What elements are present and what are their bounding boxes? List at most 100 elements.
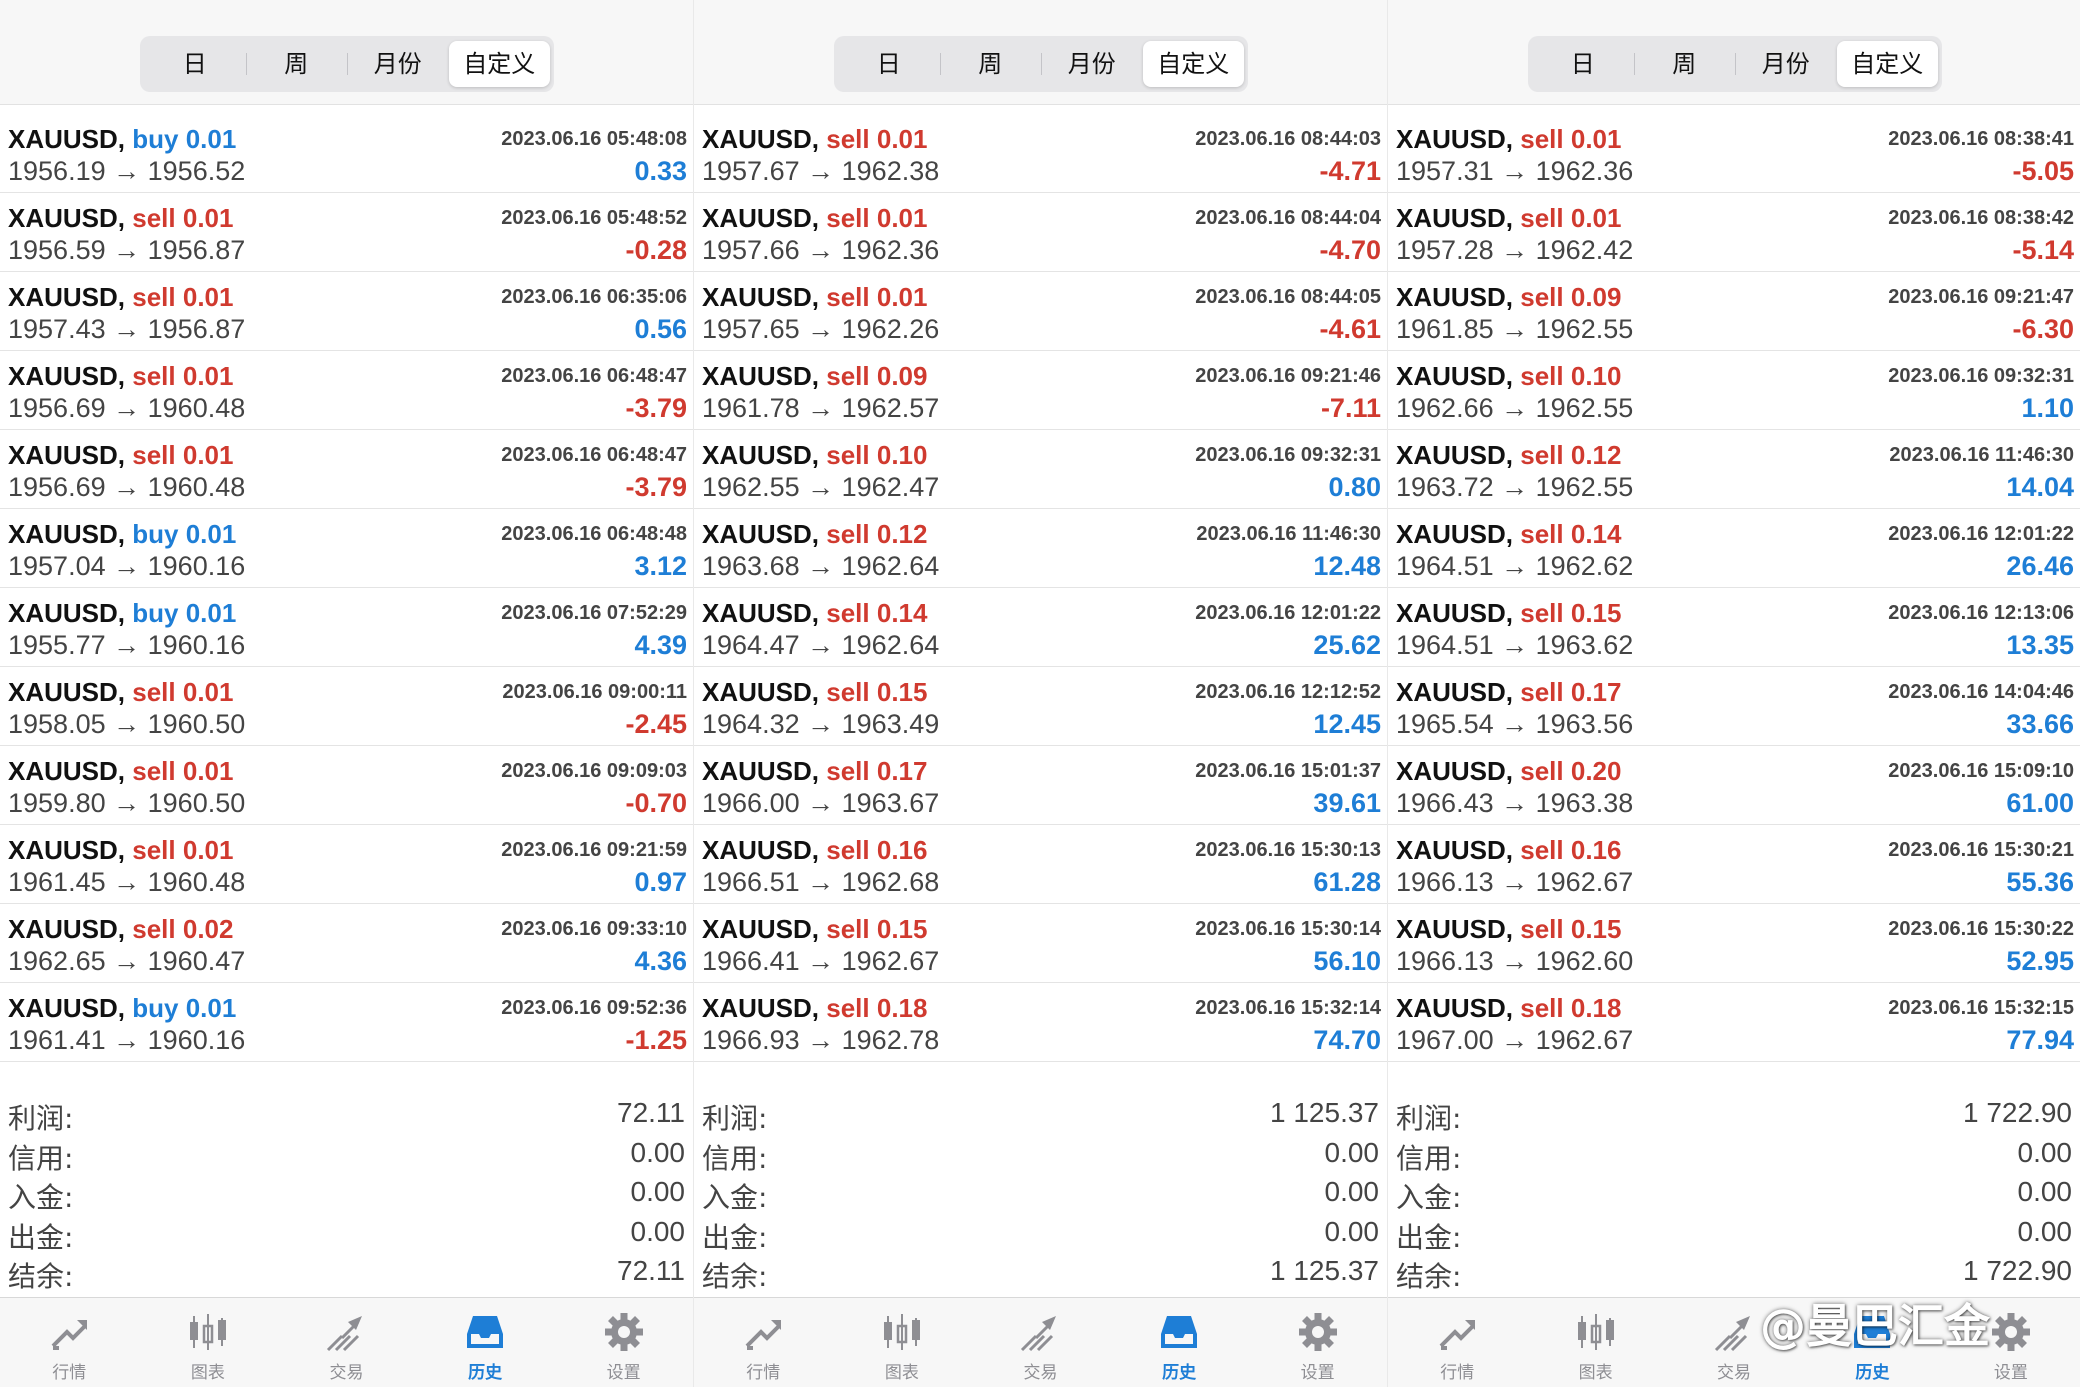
deal-prices: 1957.65 → 1962.26 [702,314,939,345]
deal-profit: -4.71 [1319,156,1381,186]
summary-label: 结余: [1396,1260,1462,1293]
deal-row[interactable]: XAUUSD, sell 0.10 2023.06.16 09:32:31 1962… [694,430,1387,509]
deal-row[interactable]: XAUUSD, sell 0.12 2023.06.16 11:46:30 1963… [1388,430,2080,509]
deal-row[interactable]: XAUUSD, sell 0.18 2023.06.16 15:32:15 1967… [1388,983,2080,1062]
close-price: 1956.87 [147,235,246,265]
deal-row[interactable]: XAUUSD, buy 0.01 2023.06.16 07:52:29 1955.… [0,588,693,667]
tab-quotes[interactable]: 行情 [0,1298,139,1387]
deal-volume: 0.09 [876,361,928,391]
tab-gear[interactable]: 设置 [554,1298,693,1387]
deal-list[interactable]: XAUUSD, buy 0.01 2023.06.16 05:48:08 1956.… [0,114,693,1062]
tab-candlestick-chart[interactable]: 图表 [139,1298,278,1387]
deal-row[interactable]: XAUUSD, sell 0.01 2023.06.16 09:21:59 1961… [0,825,693,904]
segment-tab[interactable]: 自定义 [448,41,550,87]
deal-row[interactable]: XAUUSD, sell 0.17 2023.06.16 15:01:37 1966… [694,746,1387,825]
tab-label: 设置 [606,1363,641,1383]
deal-row[interactable]: XAUUSD, sell 0.01 2023.06.16 06:48:47 1956… [0,430,693,509]
tab-gear[interactable]: 设置 [1248,1298,1387,1387]
summary-row: 结余: 72.11 [0,1253,693,1293]
deal-row[interactable]: XAUUSD, sell 0.17 2023.06.16 14:04:46 1965… [1388,667,2080,746]
deal-row[interactable]: XAUUSD, sell 0.01 2023.06.16 09:09:03 1959… [0,746,693,825]
deal-row[interactable]: XAUUSD, sell 0.15 2023.06.16 15:30:14 1966… [694,904,1387,983]
deal-list[interactable]: XAUUSD, sell 0.01 2023.06.16 08:38:41 1957… [1388,114,2080,1062]
segment-tab[interactable]: 自定义 [1836,41,1938,87]
deal-row[interactable]: XAUUSD, sell 0.01 2023.06.16 06:35:06 1957… [0,272,693,351]
tab-label: 行情 [52,1363,87,1383]
deal-row[interactable]: XAUUSD, sell 0.18 2023.06.16 15:32:14 1966… [694,983,1387,1062]
open-price: 1966.93 [702,1025,800,1055]
deal-row[interactable]: XAUUSD, sell 0.14 2023.06.16 12:01:22 1964… [1388,509,2080,588]
deal-time: 2023.06.16 12:13:06 [1888,602,2074,624]
deal-symbol: XAUUSD, [702,440,820,470]
deal-volume: 0.01 [182,835,234,865]
open-price: 1956.59 [8,235,106,265]
deal-row[interactable]: XAUUSD, sell 0.01 2023.06.16 09:00:11 1958… [0,667,693,746]
deal-volume: 0.01 [182,282,234,312]
deal-symbol: XAUUSD, [702,361,820,391]
deal-title: XAUUSD, buy 0.01 [8,519,236,550]
segment-tab[interactable]: 月份 [1735,41,1837,87]
tab-history-inbox[interactable]: 历史 [416,1298,555,1387]
segment-tab[interactable]: 月份 [1041,41,1143,87]
deal-list[interactable]: XAUUSD, sell 0.01 2023.06.16 08:44:03 1957… [694,114,1387,1062]
deal-row[interactable]: XAUUSD, sell 0.01 2023.06.16 08:38:42 1957… [1388,193,2080,272]
summary-row: 入金: 0.00 [0,1174,693,1214]
deal-row[interactable]: XAUUSD, sell 0.01 2023.06.16 08:44:03 1957… [694,114,1387,193]
deal-time: 2023.06.16 08:38:42 [1888,207,2074,229]
segment-tab[interactable]: 周 [939,41,1042,87]
deal-row[interactable]: XAUUSD, sell 0.16 2023.06.16 15:30:13 1966… [694,825,1387,904]
deal-row[interactable]: XAUUSD, sell 0.16 2023.06.16 15:30:21 1966… [1388,825,2080,904]
deal-row[interactable]: XAUUSD, sell 0.15 2023.06.16 12:12:52 1964… [694,667,1387,746]
deal-row[interactable]: XAUUSD, sell 0.12 2023.06.16 11:46:30 1963… [694,509,1387,588]
segment-tab[interactable]: 自定义 [1142,41,1244,87]
deal-volume: 0.01 [876,282,928,312]
segment-tab[interactable]: 日 [838,41,940,87]
tab-candlestick-chart[interactable]: 图表 [833,1298,972,1387]
deal-row[interactable]: XAUUSD, sell 0.01 2023.06.16 05:48:52 1956… [0,193,693,272]
deal-title: XAUUSD, sell 0.01 [8,835,233,866]
deal-row[interactable]: XAUUSD, sell 0.15 2023.06.16 12:13:06 1964… [1388,588,2080,667]
deal-row[interactable]: XAUUSD, buy 0.01 2023.06.16 05:48:08 1956.… [0,114,693,193]
deal-row[interactable]: XAUUSD, sell 0.01 2023.06.16 08:44:05 1957… [694,272,1387,351]
deal-row[interactable]: XAUUSD, sell 0.09 2023.06.16 09:21:47 1961… [1388,272,2080,351]
deal-row[interactable]: XAUUSD, buy 0.01 2023.06.16 06:48:48 1957.… [0,509,693,588]
tab-quotes[interactable]: 行情 [1388,1298,1526,1387]
tab-candlestick-chart[interactable]: 图表 [1526,1298,1664,1387]
tab-trade[interactable]: 交易 [971,1298,1110,1387]
deal-side: sell [1520,519,1564,549]
trade-icon [1710,1308,1758,1356]
deal-row[interactable]: XAUUSD, sell 0.01 2023.06.16 08:44:04 1957… [694,193,1387,272]
segment-tab[interactable]: 周 [1633,41,1736,87]
deal-row[interactable]: XAUUSD, sell 0.01 2023.06.16 08:38:41 1957… [1388,114,2080,193]
deal-row[interactable]: XAUUSD, sell 0.20 2023.06.16 15:09:10 1966… [1388,746,2080,825]
open-price: 1957.43 [8,314,106,344]
close-price: 1960.16 [147,1025,246,1055]
deal-row[interactable]: XAUUSD, buy 0.01 2023.06.16 09:52:36 1961.… [0,983,693,1062]
open-price: 1966.13 [1396,946,1494,976]
deal-row[interactable]: XAUUSD, sell 0.15 2023.06.16 15:30:22 1966… [1388,904,2080,983]
segment-tab[interactable]: 周 [245,41,348,87]
deal-volume: 0.01 [182,203,234,233]
deal-row[interactable]: XAUUSD, sell 0.09 2023.06.16 09:21:46 1961… [694,351,1387,430]
deal-row[interactable]: XAUUSD, sell 0.02 2023.06.16 09:33:10 1962… [0,904,693,983]
summary-section: 利润: 1 125.37 信用: 0.00 入金: 0.00 出金: 0.00 结余: 1 125… [694,1095,1387,1293]
tab-trade[interactable]: 交易 [277,1298,416,1387]
segment-tab[interactable]: 日 [144,41,246,87]
tab-quotes[interactable]: 行情 [694,1298,833,1387]
deal-symbol: XAUUSD, [1396,835,1514,865]
quotes-icon [739,1308,787,1356]
close-price: 1962.42 [1535,235,1634,265]
segment-tab[interactable]: 日 [1532,41,1634,87]
period-segmented-control: 日周月份 自定义 [1528,36,1942,92]
tab-history-inbox[interactable]: 历史 [1110,1298,1249,1387]
deal-row[interactable]: XAUUSD, sell 0.14 2023.06.16 12:01:22 1964… [694,588,1387,667]
period-bar: 日周月份 自定义 [694,0,1387,105]
arrow-icon: → [113,1025,141,1055]
deal-volume: 0.12 [1570,440,1622,470]
summary-value: 0.00 [1324,1136,1380,1168]
segment-tab[interactable]: 月份 [347,41,449,87]
deal-prices: 1964.51 → 1962.62 [1396,551,1633,582]
deal-row[interactable]: XAUUSD, sell 0.01 2023.06.16 06:48:47 1956… [0,351,693,430]
deal-row[interactable]: XAUUSD, sell 0.10 2023.06.16 09:32:31 1962… [1388,351,2080,430]
open-price: 1966.43 [1396,788,1494,818]
